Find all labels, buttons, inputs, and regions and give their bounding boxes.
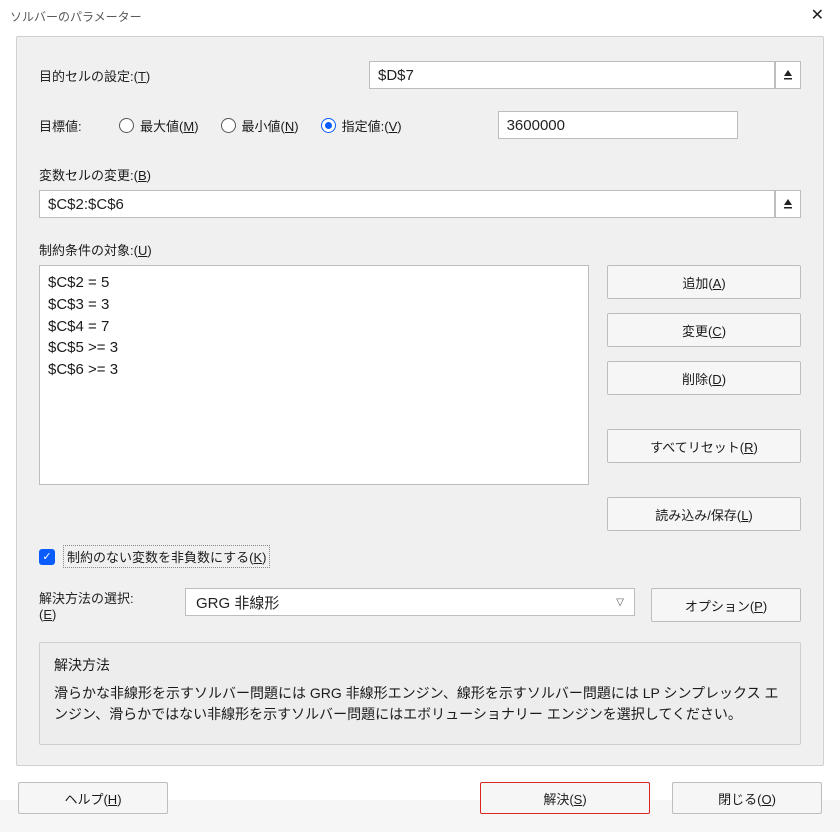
delete-button[interactable]: 削除(D): [607, 361, 801, 395]
load-save-button[interactable]: 読み込み/保存(L): [607, 497, 801, 531]
close-button[interactable]: 閉じる(O): [672, 782, 822, 814]
chevron-down-icon: ▽: [616, 597, 624, 608]
add-button[interactable]: 追加(A): [607, 265, 801, 299]
radio-min[interactable]: 最小値(N): [221, 116, 299, 135]
method-select[interactable]: GRG 非線形 ▽: [185, 588, 635, 616]
options-button[interactable]: オプション(P): [651, 588, 801, 622]
target-label: 目標値:: [39, 116, 119, 135]
reset-button[interactable]: すべてリセット(R): [607, 429, 801, 463]
nonneg-label: 制約のない変数を非負数にする(K): [63, 545, 270, 568]
objective-label: 目的セルの設定:(T): [39, 66, 369, 85]
target-value-input[interactable]: [498, 111, 738, 139]
solve-button[interactable]: 解決(S): [480, 782, 650, 814]
help-button[interactable]: ヘルプ(H): [18, 782, 168, 814]
objective-cell-input[interactable]: [369, 61, 775, 89]
method-label: 解決方法の選択:(E): [39, 588, 169, 622]
variables-label: 変数セルの変更:(B): [39, 165, 801, 184]
window-title: ソルバーのパラメーター: [10, 8, 142, 25]
variables-ref-icon[interactable]: [775, 190, 801, 218]
objective-ref-icon[interactable]: [775, 61, 801, 89]
constraints-label: 制約条件の対象:(U): [39, 240, 801, 259]
solver-panel: 目的セルの設定:(T) 目標値: 最大値(M) 最小値(N) 指定値:(V) 変…: [16, 36, 824, 766]
nonneg-checkbox[interactable]: [39, 549, 55, 565]
method-description: 解決方法 滑らかな非線形を示すソルバー問題には GRG 非線形エンジン、線形を示…: [39, 642, 801, 745]
variable-cells-input[interactable]: [39, 190, 775, 218]
radio-value[interactable]: 指定値:(V): [321, 116, 402, 135]
radio-max[interactable]: 最大値(M): [119, 116, 199, 135]
constraints-listbox[interactable]: $C$2 = 5 $C$3 = 3 $C$4 = 7 $C$5 >= 3 $C$…: [39, 265, 589, 485]
close-icon[interactable]: ✕: [805, 4, 830, 28]
change-button[interactable]: 変更(C): [607, 313, 801, 347]
